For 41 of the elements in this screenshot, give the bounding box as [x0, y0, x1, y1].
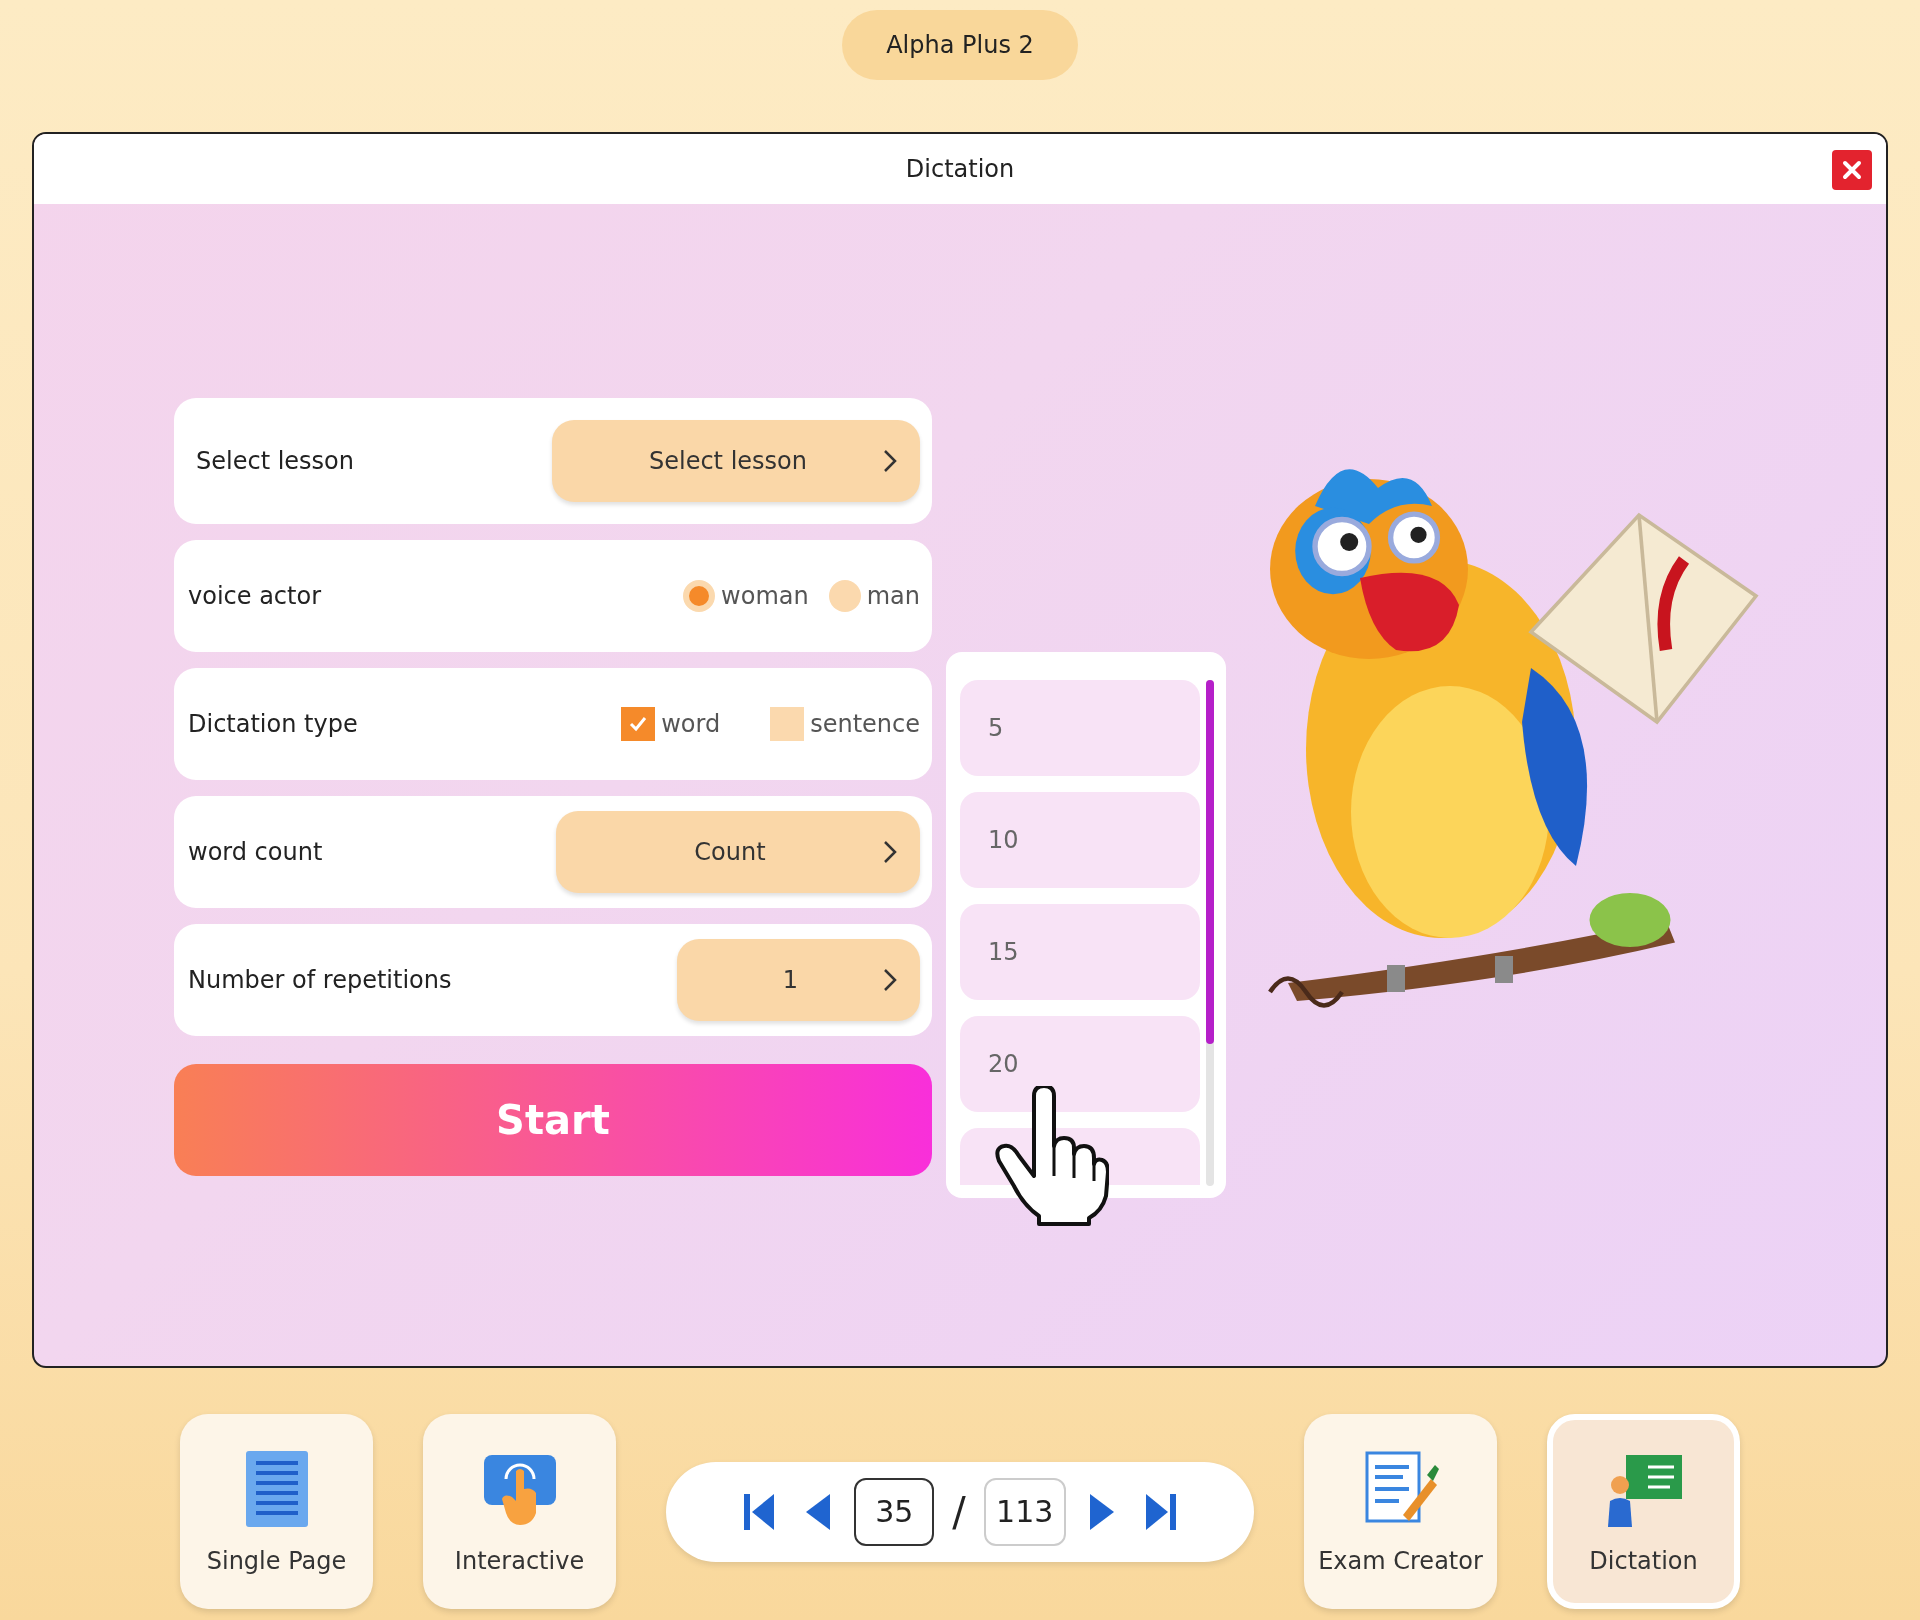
checkbox[interactable] [621, 707, 656, 741]
page-separator: / [952, 1488, 966, 1535]
option-label: man [866, 582, 920, 610]
close-button[interactable] [1832, 150, 1872, 190]
dropdown-option[interactable]: 20 [960, 1016, 1200, 1112]
window-title: Dictation [905, 155, 1015, 183]
radio-option[interactable]: woman [683, 580, 809, 612]
total-pages: 113 [983, 1477, 1066, 1546]
chevron-right-icon [882, 967, 898, 993]
scrollbar[interactable] [1206, 680, 1214, 1186]
toolbar-button[interactable]: Dictation [1547, 1414, 1740, 1609]
select-button[interactable]: Select lesson [552, 420, 920, 502]
field-label: Number of repetitions [188, 966, 452, 994]
field-label: Dictation type [188, 710, 358, 738]
page-number-field[interactable]: 35 [854, 1477, 935, 1546]
checkbox[interactable] [770, 707, 805, 741]
dropdown-option[interactable]: 10 [960, 792, 1200, 888]
skip-back-icon [742, 1491, 777, 1532]
field-label: word count [188, 838, 323, 866]
select-button[interactable]: Count [556, 811, 920, 893]
app-title: Alpha Plus 2 [842, 10, 1078, 80]
toolbar-button[interactable]: Interactive [423, 1414, 616, 1609]
option-label: sentence [810, 710, 920, 738]
field-label: voice actor [188, 582, 321, 610]
dropdown-option[interactable]: 5 [960, 680, 1200, 776]
checkbox-option[interactable]: sentence [770, 707, 920, 741]
radio-button[interactable] [683, 580, 716, 612]
close-icon [1841, 159, 1863, 181]
option-label: woman [721, 582, 809, 610]
chevron-right-icon [882, 839, 898, 865]
checkbox-option[interactable]: word [621, 707, 721, 741]
option-label: word [661, 710, 721, 738]
radio-option[interactable]: man [828, 580, 920, 612]
toolbar-button[interactable]: Exam Creator [1304, 1414, 1497, 1609]
dropdown-option[interactable]: 15 [960, 904, 1200, 1000]
skip-forward-icon [1143, 1491, 1178, 1532]
chevron-right-icon [882, 448, 898, 474]
radio-button[interactable] [828, 580, 861, 612]
select-button[interactable]: 1 [677, 939, 920, 1021]
toolbar-button[interactable]: Single Page [180, 1414, 373, 1609]
field-label: Select lesson [196, 447, 354, 475]
